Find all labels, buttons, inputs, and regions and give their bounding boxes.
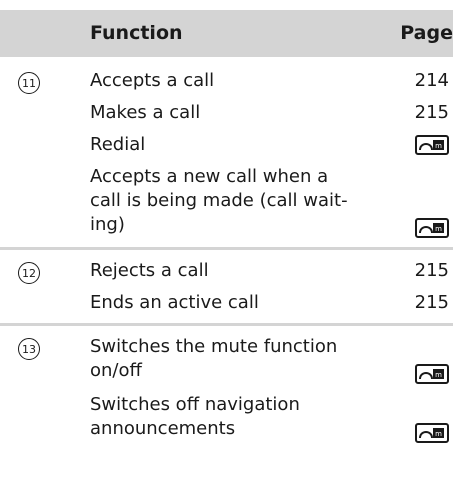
row-page: 215 [414, 260, 449, 281]
steering-wheel-book-icon: m [415, 218, 449, 238]
svg-text:m: m [435, 430, 442, 438]
svg-text:m: m [435, 142, 442, 150]
row-page: 214 [414, 70, 449, 91]
row-text: Accepts a call [90, 70, 215, 91]
row-divider [0, 323, 453, 326]
header-page: Page [400, 22, 453, 44]
row-text: Redial [90, 134, 146, 155]
row-text: Ends an active call [90, 292, 259, 313]
header-function: Function [90, 22, 183, 44]
section-number-12: 12 [18, 262, 40, 284]
section-number-13: 13 [18, 338, 40, 360]
row-text: Switches the mute function on/off [90, 336, 338, 381]
row-divider [0, 247, 453, 250]
section-number-11: 11 [18, 72, 40, 94]
row-text: Switches off navigation announcements [90, 394, 300, 439]
steering-wheel-book-icon: m [415, 364, 449, 384]
row-text: Rejects a call [90, 260, 209, 281]
svg-text:m: m [435, 225, 442, 233]
steering-wheel-book-icon: m [415, 135, 449, 155]
steering-wheel-book-icon: m [415, 423, 449, 443]
table-header: Function Page [0, 10, 453, 57]
row-page: 215 [414, 102, 449, 123]
row-page: 215 [414, 292, 449, 313]
row-text: Accepts a new call when a call is being … [90, 166, 348, 235]
row-text: Makes a call [90, 102, 201, 123]
svg-text:m: m [435, 371, 442, 379]
